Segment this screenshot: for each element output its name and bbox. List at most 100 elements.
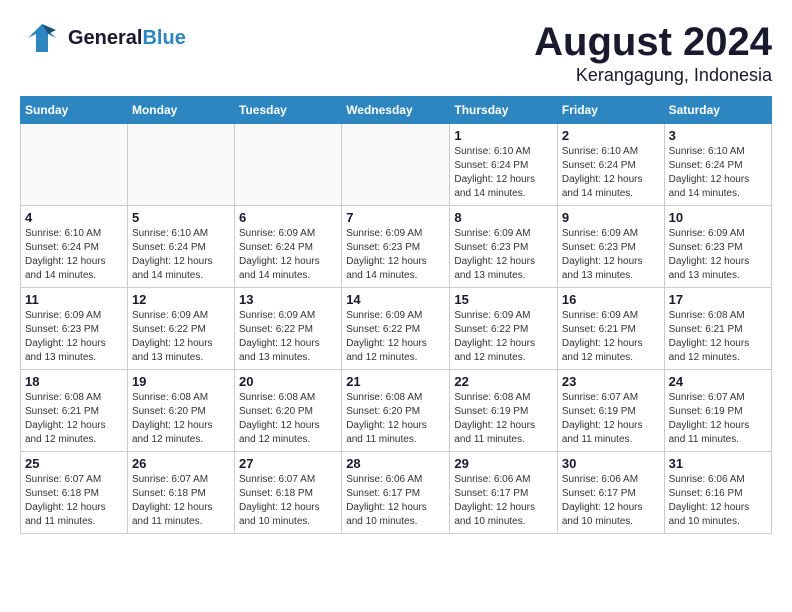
day-number: 23 (562, 374, 660, 389)
calendar-cell: 4 Sunrise: 6:10 AM Sunset: 6:24 PM Daylig… (21, 206, 128, 288)
weekday-header-row: SundayMondayTuesdayWednesdayThursdayFrid… (21, 97, 772, 124)
weekday-header-thursday: Thursday (450, 97, 558, 124)
day-info: Sunrise: 6:06 AM Sunset: 6:17 PM Dayligh… (346, 473, 445, 529)
day-number: 29 (454, 456, 553, 471)
weekday-header-tuesday: Tuesday (235, 97, 342, 124)
calendar-week-row: 18 Sunrise: 6:08 AM Sunset: 6:21 PM Dayli… (21, 370, 772, 452)
day-number: 24 (669, 374, 767, 389)
calendar-cell: 24Sunrise: 6:07 AM Sunset: 6:19 PM Dayli… (664, 370, 771, 452)
calendar-cell: 18 Sunrise: 6:08 AM Sunset: 6:21 PM Dayli… (21, 370, 128, 452)
calendar-cell: 26 Sunrise: 6:07 AM Sunset: 6:18 PM Dayli… (127, 452, 234, 534)
calendar-cell (342, 124, 450, 206)
calendar-cell: 30Sunrise: 6:06 AM Sunset: 6:17 PM Dayli… (557, 452, 664, 534)
calendar-cell: 9Sunrise: 6:09 AM Sunset: 6:23 PM Daylig… (557, 206, 664, 288)
day-info: Sunrise: 6:10 AM Sunset: 6:24 PM Dayligh… (669, 145, 767, 201)
calendar-cell: 25 Sunrise: 6:07 AM Sunset: 6:18 PM Dayli… (21, 452, 128, 534)
calendar-cell: 8 Sunrise: 6:09 AM Sunset: 6:23 PM Daylig… (450, 206, 558, 288)
calendar-table: SundayMondayTuesdayWednesdayThursdayFrid… (20, 96, 772, 534)
day-info: Sunrise: 6:07 AM Sunset: 6:18 PM Dayligh… (132, 473, 230, 529)
calendar-cell (127, 124, 234, 206)
calendar-cell: 2Sunrise: 6:10 AM Sunset: 6:24 PM Daylig… (557, 124, 664, 206)
day-number: 26 (132, 456, 230, 471)
day-number: 9 (562, 210, 660, 225)
calendar-cell: 12 Sunrise: 6:09 AM Sunset: 6:22 PM Dayli… (127, 288, 234, 370)
month-year-title: August 2024 (534, 20, 772, 65)
day-number: 28 (346, 456, 445, 471)
page-header: GeneralBlue August 2024 Kerangagung, Ind… (20, 20, 772, 86)
calendar-cell: 20 Sunrise: 6:08 AM Sunset: 6:20 PM Dayli… (235, 370, 342, 452)
day-info: Sunrise: 6:08 AM Sunset: 6:20 PM Dayligh… (239, 391, 337, 447)
day-info: Sunrise: 6:07 AM Sunset: 6:19 PM Dayligh… (562, 391, 660, 447)
weekday-header-saturday: Saturday (664, 97, 771, 124)
calendar-cell: 17Sunrise: 6:08 AM Sunset: 6:21 PM Dayli… (664, 288, 771, 370)
day-number: 4 (25, 210, 123, 225)
weekday-header-monday: Monday (127, 97, 234, 124)
logo: GeneralBlue (20, 20, 186, 56)
day-number: 22 (454, 374, 553, 389)
day-info: Sunrise: 6:09 AM Sunset: 6:23 PM Dayligh… (454, 227, 553, 283)
calendar-cell: 23 Sunrise: 6:07 AM Sunset: 6:19 PM Dayli… (557, 370, 664, 452)
logo-blue: Blue (142, 27, 185, 49)
day-info: Sunrise: 6:09 AM Sunset: 6:23 PM Dayligh… (25, 309, 123, 365)
calendar-cell: 14 Sunrise: 6:09 AM Sunset: 6:22 PM Dayli… (342, 288, 450, 370)
day-info: Sunrise: 6:08 AM Sunset: 6:20 PM Dayligh… (346, 391, 445, 447)
location-subtitle: Kerangagung, Indonesia (534, 65, 772, 86)
day-info: Sunrise: 6:09 AM Sunset: 6:21 PM Dayligh… (562, 309, 660, 365)
calendar-week-row: 11Sunrise: 6:09 AM Sunset: 6:23 PM Dayli… (21, 288, 772, 370)
day-number: 17 (669, 292, 767, 307)
day-number: 7 (346, 210, 445, 225)
day-info: Sunrise: 6:10 AM Sunset: 6:24 PM Dayligh… (25, 227, 123, 283)
calendar-cell: 6 Sunrise: 6:09 AM Sunset: 6:24 PM Daylig… (235, 206, 342, 288)
day-number: 12 (132, 292, 230, 307)
calendar-cell: 22 Sunrise: 6:08 AM Sunset: 6:19 PM Dayli… (450, 370, 558, 452)
calendar-week-row: 25 Sunrise: 6:07 AM Sunset: 6:18 PM Dayli… (21, 452, 772, 534)
day-number: 8 (454, 210, 553, 225)
day-info: Sunrise: 6:06 AM Sunset: 6:17 PM Dayligh… (454, 473, 553, 529)
day-number: 21 (346, 374, 445, 389)
day-info: Sunrise: 6:10 AM Sunset: 6:24 PM Dayligh… (562, 145, 660, 201)
day-number: 25 (25, 456, 123, 471)
weekday-header-sunday: Sunday (21, 97, 128, 124)
calendar-cell: 28 Sunrise: 6:06 AM Sunset: 6:17 PM Dayli… (342, 452, 450, 534)
day-info: Sunrise: 6:09 AM Sunset: 6:23 PM Dayligh… (669, 227, 767, 283)
calendar-week-row: 4 Sunrise: 6:10 AM Sunset: 6:24 PM Daylig… (21, 206, 772, 288)
day-number: 10 (669, 210, 767, 225)
day-info: Sunrise: 6:09 AM Sunset: 6:22 PM Dayligh… (346, 309, 445, 365)
day-number: 31 (669, 456, 767, 471)
calendar-cell (235, 124, 342, 206)
day-info: Sunrise: 6:07 AM Sunset: 6:18 PM Dayligh… (239, 473, 337, 529)
day-info: Sunrise: 6:09 AM Sunset: 6:22 PM Dayligh… (239, 309, 337, 365)
calendar-cell: 10 Sunrise: 6:09 AM Sunset: 6:23 PM Dayli… (664, 206, 771, 288)
day-number: 30 (562, 456, 660, 471)
day-number: 14 (346, 292, 445, 307)
calendar-cell: 29 Sunrise: 6:06 AM Sunset: 6:17 PM Dayli… (450, 452, 558, 534)
day-number: 6 (239, 210, 337, 225)
day-info: Sunrise: 6:09 AM Sunset: 6:23 PM Dayligh… (346, 227, 445, 283)
day-number: 20 (239, 374, 337, 389)
day-info: Sunrise: 6:09 AM Sunset: 6:22 PM Dayligh… (132, 309, 230, 365)
title-block: August 2024 Kerangagung, Indonesia (534, 20, 772, 86)
day-info: Sunrise: 6:09 AM Sunset: 6:24 PM Dayligh… (239, 227, 337, 283)
day-info: Sunrise: 6:08 AM Sunset: 6:21 PM Dayligh… (25, 391, 123, 447)
day-info: Sunrise: 6:06 AM Sunset: 6:16 PM Dayligh… (669, 473, 767, 529)
logo-general: General (68, 27, 142, 49)
logo-bird-icon (20, 20, 64, 56)
day-number: 16 (562, 292, 660, 307)
calendar-cell: 21 Sunrise: 6:08 AM Sunset: 6:20 PM Dayli… (342, 370, 450, 452)
calendar-cell: 19Sunrise: 6:08 AM Sunset: 6:20 PM Dayli… (127, 370, 234, 452)
calendar-cell: 7 Sunrise: 6:09 AM Sunset: 6:23 PM Daylig… (342, 206, 450, 288)
day-info: Sunrise: 6:08 AM Sunset: 6:19 PM Dayligh… (454, 391, 553, 447)
day-number: 18 (25, 374, 123, 389)
weekday-header-friday: Friday (557, 97, 664, 124)
day-info: Sunrise: 6:08 AM Sunset: 6:20 PM Dayligh… (132, 391, 230, 447)
calendar-cell: 3Sunrise: 6:10 AM Sunset: 6:24 PM Daylig… (664, 124, 771, 206)
day-number: 27 (239, 456, 337, 471)
day-number: 15 (454, 292, 553, 307)
day-number: 13 (239, 292, 337, 307)
day-info: Sunrise: 6:07 AM Sunset: 6:18 PM Dayligh… (25, 473, 123, 529)
calendar-cell (21, 124, 128, 206)
calendar-cell: 1Sunrise: 6:10 AM Sunset: 6:24 PM Daylig… (450, 124, 558, 206)
calendar-cell: 27 Sunrise: 6:07 AM Sunset: 6:18 PM Dayli… (235, 452, 342, 534)
weekday-header-wednesday: Wednesday (342, 97, 450, 124)
calendar-cell: 16 Sunrise: 6:09 AM Sunset: 6:21 PM Dayli… (557, 288, 664, 370)
